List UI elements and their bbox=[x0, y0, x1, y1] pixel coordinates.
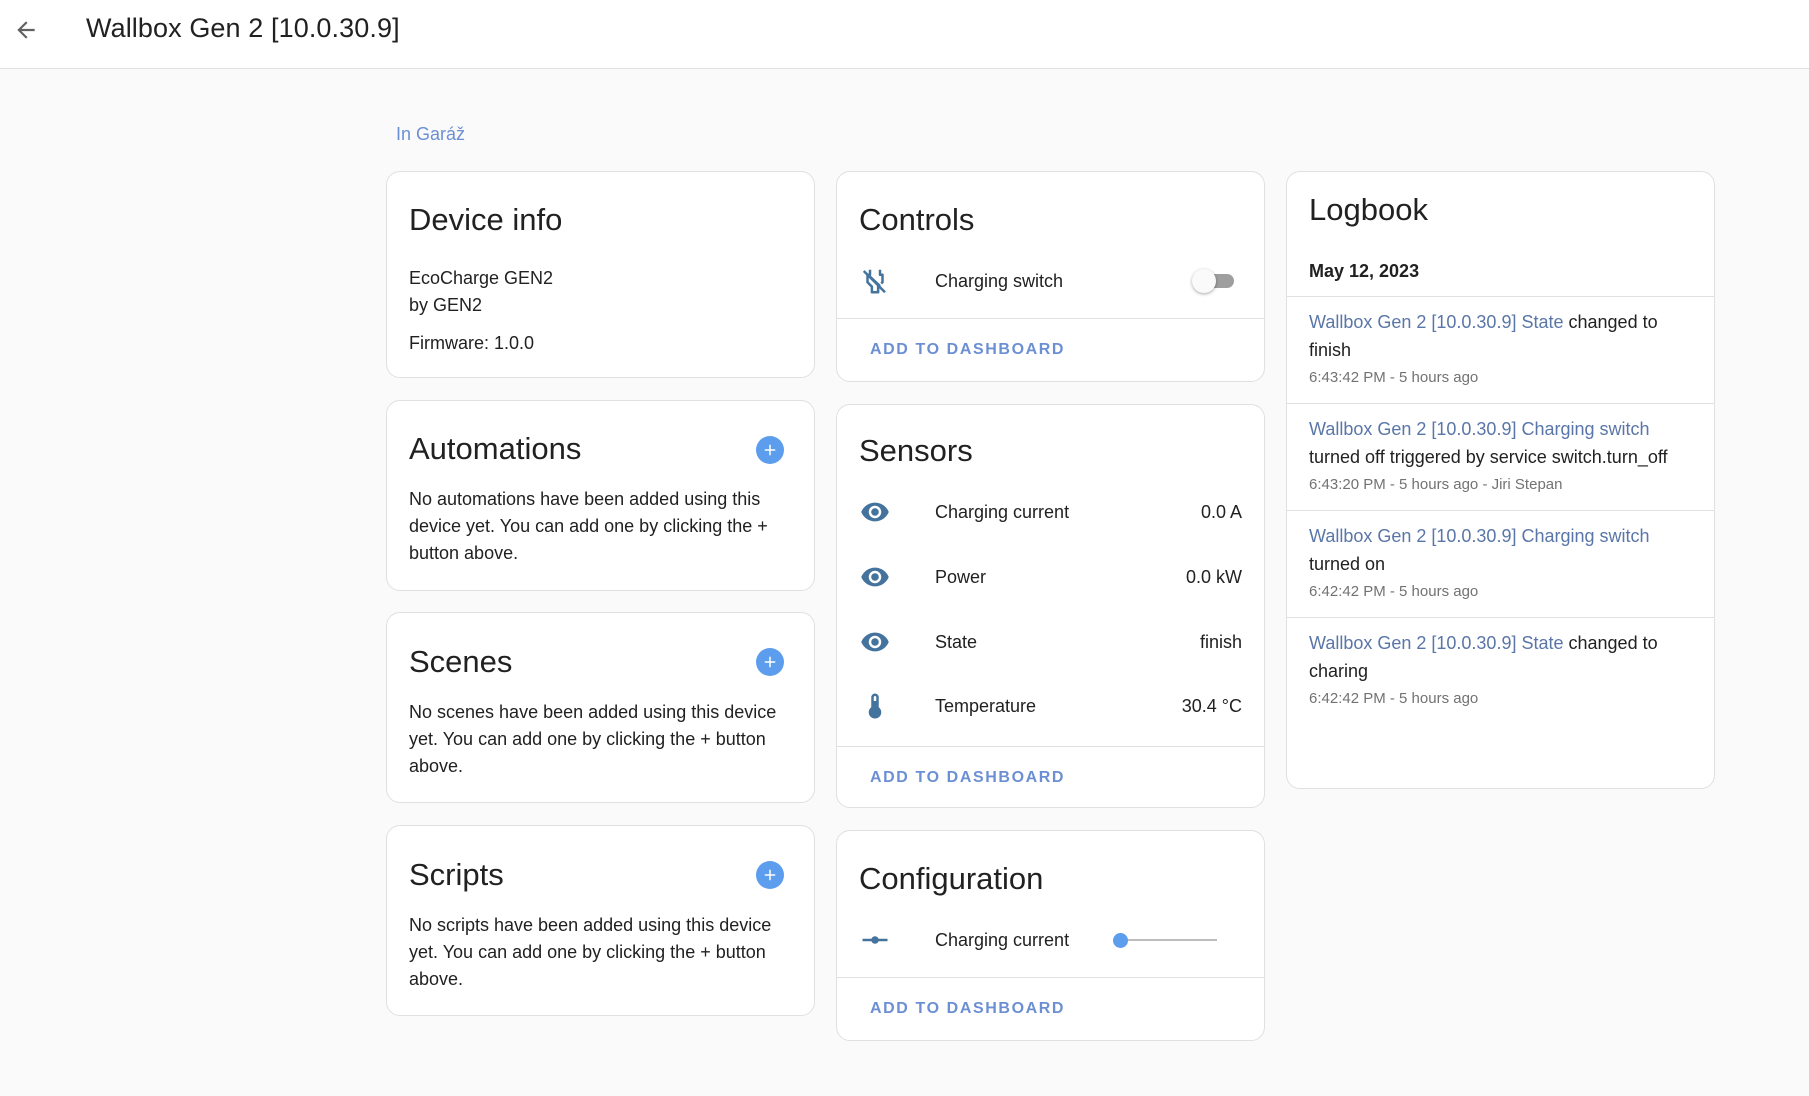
logbook-entry: Wallbox Gen 2 [10.0.30.9] State changed … bbox=[1287, 296, 1714, 403]
logbook-entry: Wallbox Gen 2 [10.0.30.9] State changed … bbox=[1287, 617, 1714, 724]
entity-row-temperature[interactable]: Temperature 30.4 °C bbox=[837, 686, 1264, 726]
device-info-card: Device info EcoCharge GEN2 by GEN2 Firmw… bbox=[386, 171, 815, 378]
entity-label: Temperature bbox=[935, 695, 1037, 716]
automations-card: Automations No automations have been add… bbox=[386, 400, 815, 591]
entity-row-state[interactable]: State finish bbox=[837, 622, 1264, 662]
charging-switch-toggle[interactable] bbox=[1192, 268, 1236, 294]
log-message-2: turned on bbox=[1309, 554, 1386, 574]
thermometer-icon bbox=[859, 690, 891, 722]
entity-value: finish bbox=[1199, 631, 1242, 652]
log-line: Wallbox Gen 2 [10.0.30.9] Charging switc… bbox=[1309, 415, 1692, 443]
eye-icon bbox=[859, 496, 891, 528]
plus-icon bbox=[764, 656, 776, 668]
log-line: Wallbox Gen 2 [10.0.30.9] State changed … bbox=[1309, 629, 1692, 657]
device-firmware: Firmware: 1.0.0 bbox=[409, 333, 535, 353]
divider bbox=[837, 746, 1264, 747]
log-entity-link[interactable]: Wallbox Gen 2 [10.0.30.9] Charging switc… bbox=[1309, 526, 1650, 546]
log-entity-link[interactable]: Wallbox Gen 2 [10.0.30.9] Charging switc… bbox=[1309, 419, 1650, 439]
entity-row-charging-switch[interactable]: Charging switch bbox=[837, 261, 1264, 301]
slider-track bbox=[1121, 939, 1217, 941]
card-title: Scripts bbox=[409, 857, 504, 892]
add-to-dashboard-button[interactable]: ADD TO DASHBOARD bbox=[870, 341, 1065, 359]
page-title: Wallbox Gen 2 [10.0.30.9] bbox=[86, 13, 400, 43]
add-scene-button[interactable] bbox=[756, 648, 784, 676]
charging-current-slider[interactable] bbox=[1113, 928, 1217, 952]
entity-value: 0.0 A bbox=[1200, 501, 1242, 522]
add-automation-button[interactable] bbox=[756, 436, 784, 464]
divider bbox=[837, 977, 1264, 978]
plus-icon bbox=[764, 444, 776, 456]
plus-icon bbox=[764, 869, 776, 881]
device-model: EcoCharge GEN2 bbox=[409, 268, 554, 288]
log-meta: 6:42:42 PM - 5 hours ago bbox=[1309, 583, 1479, 600]
card-title: Device info bbox=[409, 202, 563, 237]
eye-icon bbox=[859, 561, 891, 593]
scripts-card: Scripts No scripts have been added using… bbox=[386, 825, 815, 1016]
area-link[interactable]: In Garáž bbox=[396, 124, 465, 145]
arrow-left-icon bbox=[13, 17, 39, 48]
sensors-card: Sensors Charging current 0.0 A Power 0.0… bbox=[836, 404, 1265, 808]
logbook-entry: Wallbox Gen 2 [10.0.30.9] Charging switc… bbox=[1287, 403, 1714, 510]
entity-row-charging-current[interactable]: Charging current 0.0 A bbox=[837, 492, 1264, 532]
logbook-entry: Wallbox Gen 2 [10.0.30.9] Charging switc… bbox=[1287, 510, 1714, 617]
entity-row-power[interactable]: Power 0.0 kW bbox=[837, 557, 1264, 597]
entity-label: Charging current bbox=[935, 501, 1070, 522]
add-to-dashboard-button[interactable]: ADD TO DASHBOARD bbox=[870, 1000, 1065, 1018]
controls-card: Controls Charging switch ADD TO DASHBOAR… bbox=[836, 171, 1265, 382]
log-message-2: turned off triggered by service switch.t… bbox=[1309, 447, 1668, 467]
divider bbox=[837, 318, 1264, 319]
log-meta: 6:43:42 PM - 5 hours ago bbox=[1309, 369, 1479, 386]
scenes-card: Scenes No scenes have been added using t… bbox=[386, 612, 815, 803]
slider-icon bbox=[859, 924, 891, 956]
entity-label: Charging switch bbox=[935, 270, 1064, 291]
log-message: changed to bbox=[1568, 633, 1658, 653]
entity-label: Power bbox=[935, 566, 987, 587]
card-title: Sensors bbox=[859, 433, 973, 468]
add-to-dashboard-button[interactable]: ADD TO DASHBOARD bbox=[870, 769, 1065, 787]
card-title: Controls bbox=[859, 202, 975, 237]
log-message-2: finish bbox=[1309, 340, 1352, 360]
log-entity-link[interactable]: Wallbox Gen 2 [10.0.30.9] State bbox=[1309, 633, 1564, 653]
eye-icon bbox=[859, 626, 891, 658]
entity-label: State bbox=[935, 631, 978, 652]
top-app-bar: Wallbox Gen 2 [10.0.30.9] bbox=[0, 0, 1809, 69]
entity-value: 30.4 °C bbox=[1181, 695, 1242, 716]
card-title: Configuration bbox=[859, 861, 1044, 896]
toggle-thumb bbox=[1192, 269, 1216, 293]
scenes-empty-text: No scenes have been added using this dev… bbox=[409, 702, 777, 776]
log-entity-link[interactable]: Wallbox Gen 2 [10.0.30.9] State bbox=[1309, 312, 1564, 332]
power-plug-off-icon bbox=[859, 265, 891, 297]
log-line: Wallbox Gen 2 [10.0.30.9] State changed … bbox=[1309, 308, 1692, 336]
logbook-date: May 12, 2023 bbox=[1309, 261, 1420, 281]
slider-thumb[interactable] bbox=[1113, 933, 1128, 948]
entity-row-config-charging-current[interactable]: Charging current bbox=[837, 920, 1264, 960]
scripts-empty-text: No scripts have been added using this de… bbox=[409, 915, 772, 989]
back-button[interactable] bbox=[4, 10, 48, 54]
logbook-card: Logbook May 12, 2023 Wallbox Gen 2 [10.0… bbox=[1286, 171, 1715, 789]
card-title: Automations bbox=[409, 431, 582, 466]
entity-label: Charging current bbox=[935, 929, 1070, 950]
entity-value: 0.0 kW bbox=[1185, 566, 1242, 587]
log-line: Wallbox Gen 2 [10.0.30.9] Charging switc… bbox=[1309, 522, 1692, 550]
log-meta: 6:42:42 PM - 5 hours ago bbox=[1309, 690, 1479, 707]
log-meta: 6:43:20 PM - 5 hours ago - Jiri Stepan bbox=[1309, 476, 1563, 493]
add-script-button[interactable] bbox=[756, 861, 784, 889]
configuration-card: Configuration Charging current ADD TO DA… bbox=[836, 830, 1265, 1041]
automations-empty-text: No automations have been added using thi… bbox=[409, 489, 768, 563]
log-message-2: charing bbox=[1309, 661, 1369, 681]
log-message: changed to bbox=[1568, 312, 1658, 332]
device-manufacturer: by GEN2 bbox=[409, 295, 483, 315]
card-title: Scenes bbox=[409, 644, 513, 679]
card-title: Logbook bbox=[1309, 192, 1428, 227]
